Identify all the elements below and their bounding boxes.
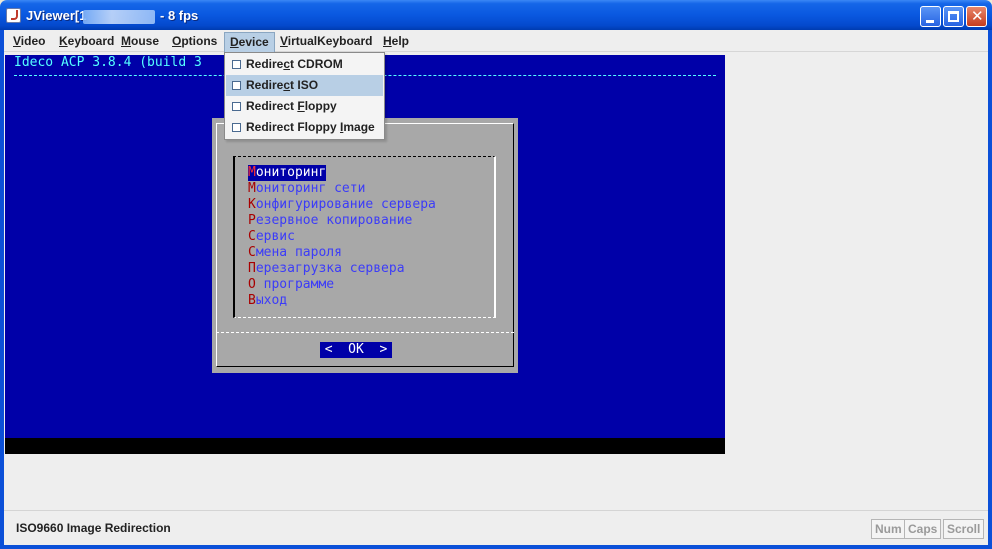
menu-item-redirect-cdrom[interactable]: Redirect CDROM <box>226 54 383 75</box>
window-title-fps: - 8 fps <box>160 8 199 23</box>
console-menu-item-reboot[interactable]: Перезагрузка сервера <box>248 261 405 277</box>
maximize-icon <box>948 11 959 22</box>
console-menu-item-change-password[interactable]: Смена пароля <box>248 245 342 261</box>
status-message: ISO9660 Image Redirection <box>16 521 171 535</box>
console-menu-item-network-monitoring[interactable]: Мониторинг сети <box>248 181 365 197</box>
scroll-lock-indicator: Scroll <box>943 519 985 539</box>
menu-item-redirect-floppy-image[interactable]: Redirect Floppy Image <box>226 117 383 138</box>
checkbox-icon[interactable] <box>232 123 241 132</box>
window-frame-right <box>988 30 992 549</box>
close-button[interactable]: ✕ <box>966 6 987 27</box>
java-app-icon <box>6 8 21 23</box>
console-header: Ideco ACP 3.8.4 (build 3 <box>14 55 202 70</box>
caps-lock-indicator: Caps <box>904 519 942 539</box>
menu-bar: Video Keyboard Mouse Options Device Virt… <box>4 30 988 52</box>
num-lock-indicator: Num <box>871 519 906 539</box>
console-menu-item-monitoring[interactable]: Мониторинг <box>248 165 327 181</box>
console-ok-button[interactable]: < OK > <box>320 342 392 358</box>
window-frame-bottom <box>0 545 992 549</box>
maximize-button[interactable] <box>943 6 964 27</box>
menu-item-redirect-floppy[interactable]: Redirect Floppy <box>226 96 383 117</box>
menu-help[interactable]: Help <box>378 32 414 52</box>
close-icon: ✕ <box>971 7 984 25</box>
redacted-host-address <box>83 10 155 24</box>
status-bar: ISO9660 Image Redirection Num Caps Scrol… <box>4 510 988 545</box>
device-menu-dropdown: Redirect CDROM Redirect ISO Redirect Flo… <box>224 52 385 140</box>
console-menu-item-server-config[interactable]: Конфигурирование сервера <box>248 197 436 213</box>
menu-keyboard[interactable]: Keyboard <box>54 32 119 52</box>
console-bottom-bar <box>5 438 725 454</box>
console-main-menu-dialog: Мониторинг Мониторинг сети Конфигурирова… <box>212 118 518 373</box>
console-menu-item-about[interactable]: О программе <box>248 277 334 293</box>
window-title: JViewer[1 <box>26 8 87 23</box>
menu-virtualkeyboard[interactable]: VirtualKeyboard <box>275 32 377 52</box>
checkbox-icon[interactable] <box>232 102 241 111</box>
menu-device[interactable]: Device <box>224 32 275 52</box>
menu-options[interactable]: Options <box>167 32 222 52</box>
menu-mouse[interactable]: Mouse <box>116 32 164 52</box>
minimize-icon <box>926 20 934 23</box>
console-menu-item-backup[interactable]: Резервное копирование <box>248 213 412 229</box>
menu-video[interactable]: Video <box>8 32 50 52</box>
checkbox-icon[interactable] <box>232 60 241 69</box>
minimize-button[interactable] <box>920 6 941 27</box>
console-menu-item-service[interactable]: Сервис <box>248 229 295 245</box>
console-menu-item-exit[interactable]: Выход <box>248 293 287 309</box>
title-bar[interactable]: JViewer[1 - 8 fps ✕ <box>0 0 992 30</box>
checkbox-icon[interactable] <box>232 81 241 90</box>
menu-item-redirect-iso[interactable]: Redirect ISO <box>226 75 383 96</box>
dialog-separator <box>216 332 514 333</box>
